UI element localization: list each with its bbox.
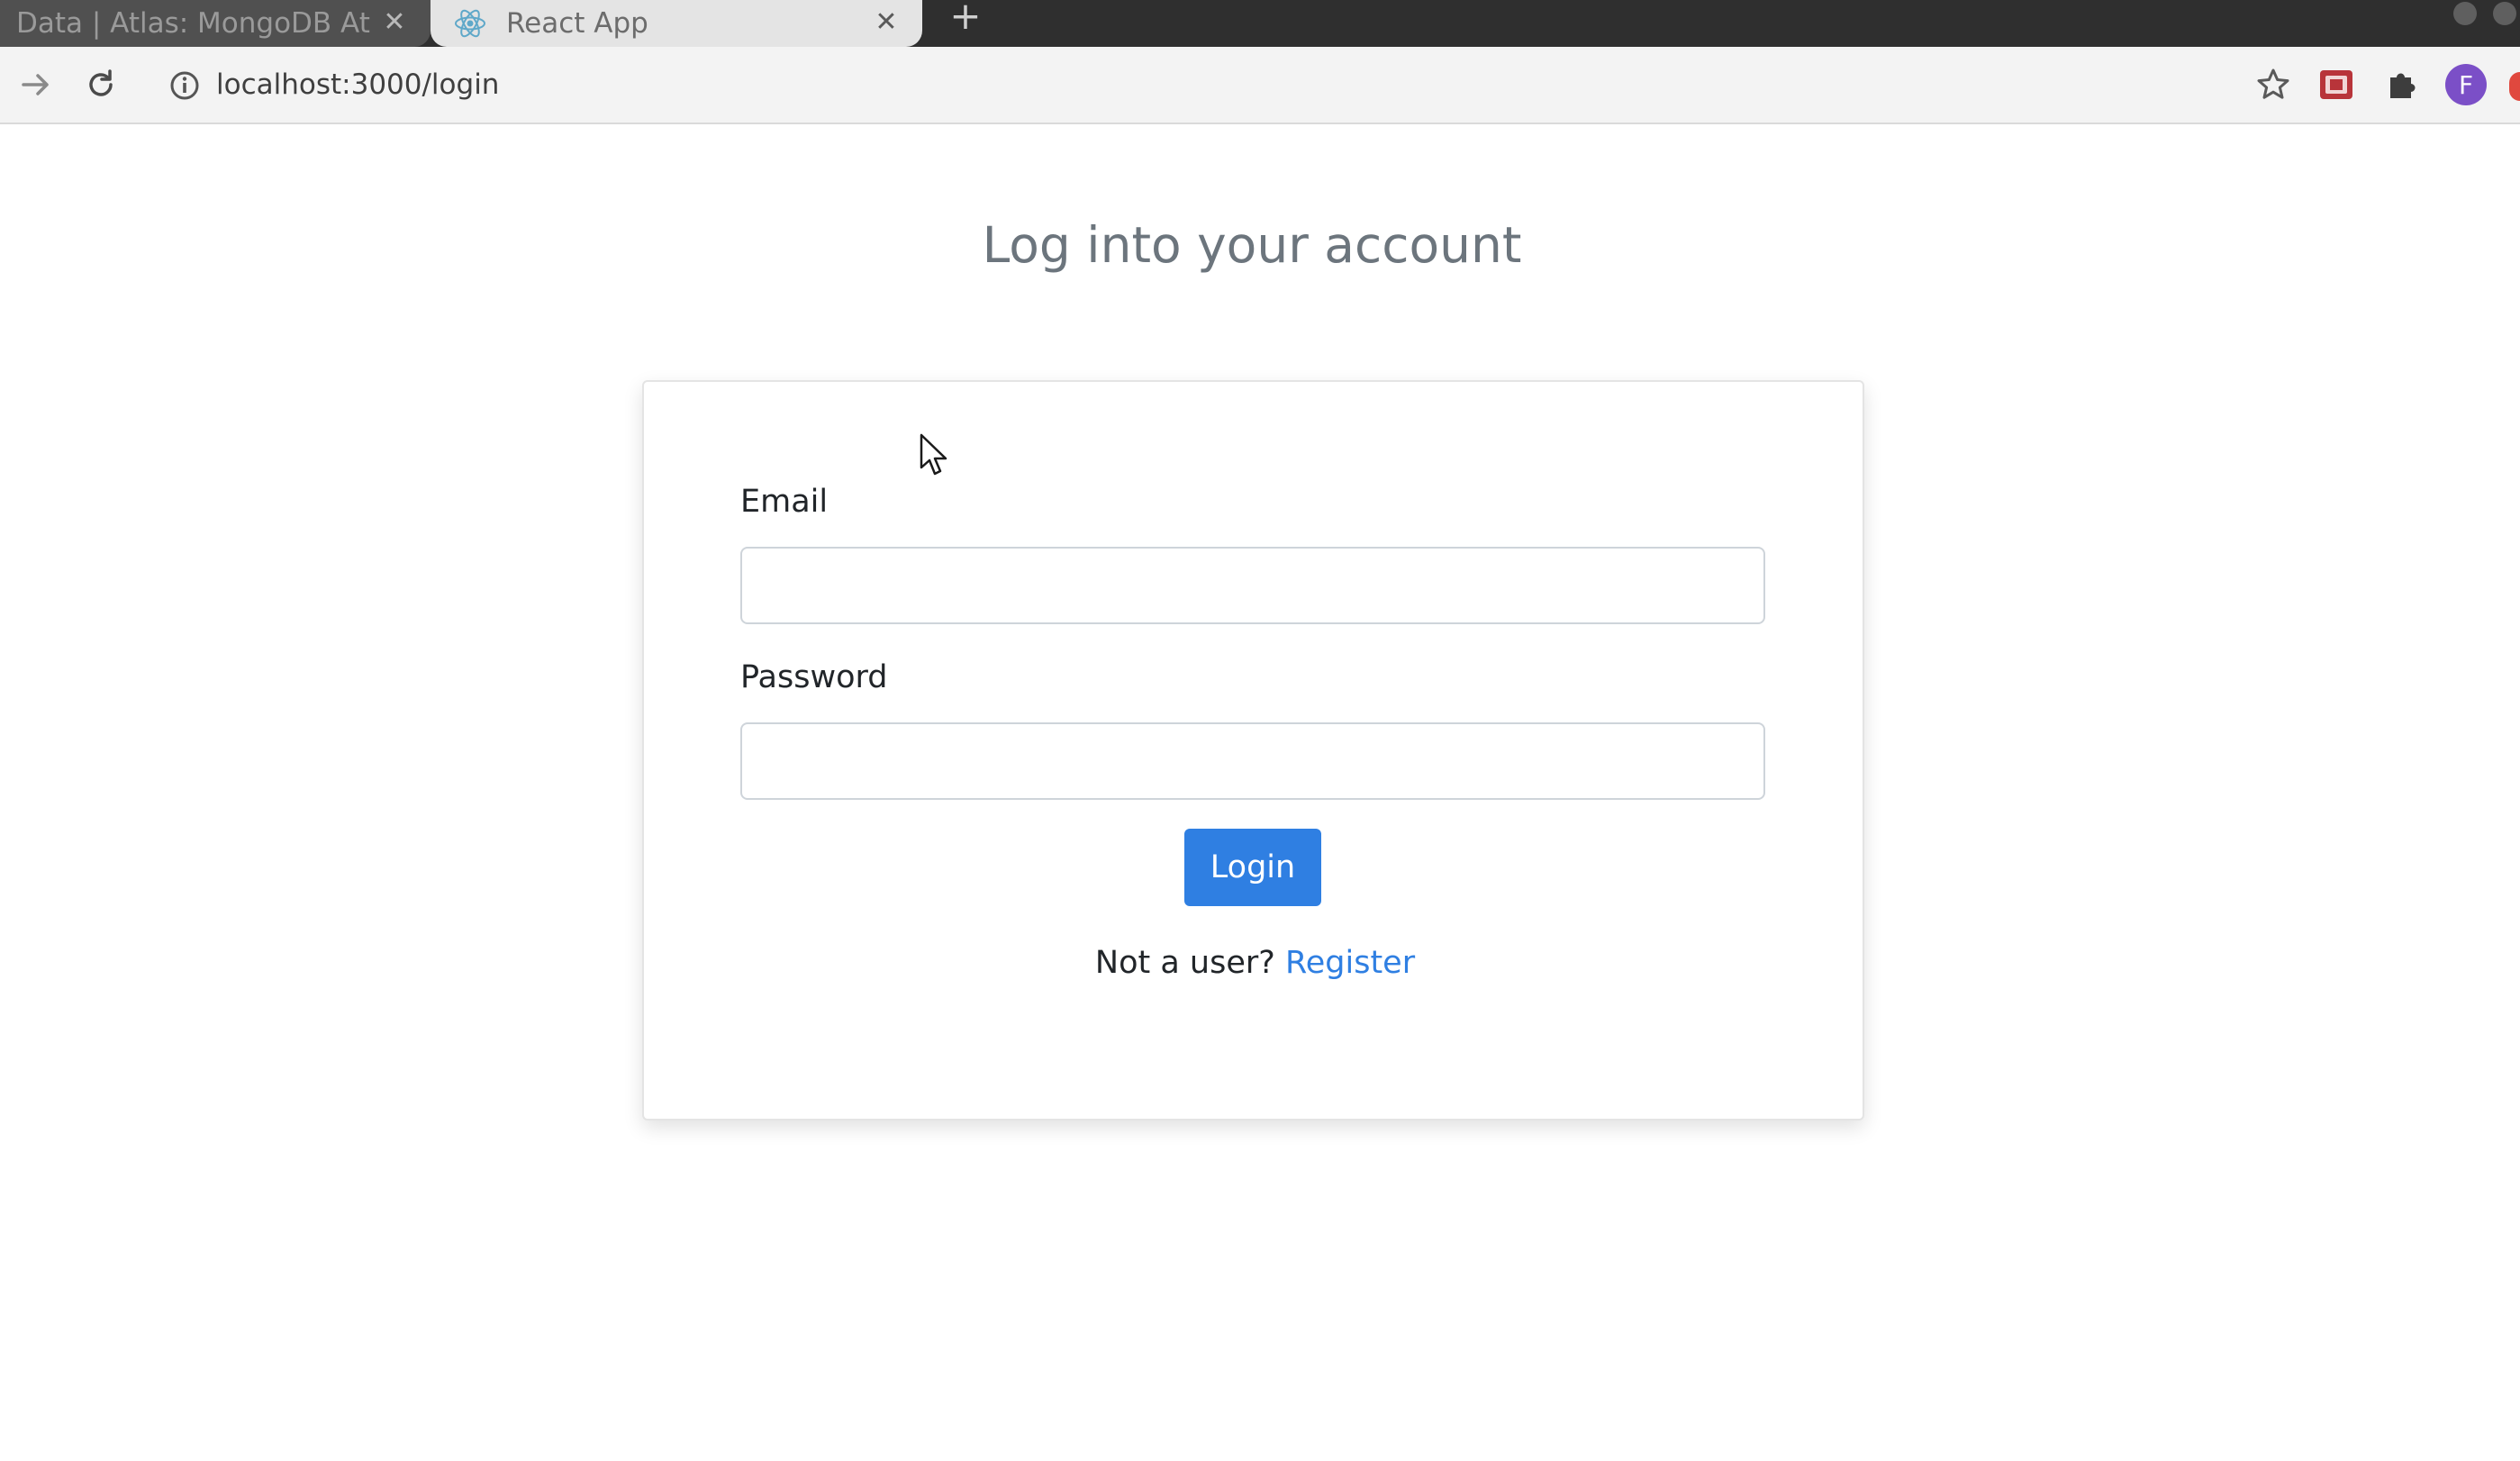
reload-icon	[89, 69, 113, 96]
react-icon	[455, 9, 485, 38]
close-icon[interactable]: ✕	[378, 5, 411, 38]
bookmark-star-icon[interactable]	[2253, 65, 2293, 104]
extension-app-icon	[2320, 70, 2352, 99]
extension-button[interactable]	[2313, 61, 2360, 108]
arrow-right-icon	[22, 74, 49, 95]
new-tab-button[interactable]: +	[946, 0, 985, 36]
maximize-icon[interactable]	[2493, 2, 2516, 25]
info-icon[interactable]	[168, 68, 202, 103]
register-link[interactable]: Register	[1285, 945, 1415, 981]
login-card: Email Password Login Not a user? Registe…	[642, 380, 1864, 1121]
profile-button[interactable]: F	[2443, 61, 2489, 108]
password-field[interactable]	[740, 722, 1765, 800]
browser-toolbar: localhost:3000/login F	[0, 47, 2520, 124]
reload-button[interactable]	[77, 61, 124, 108]
avatar-initial: F	[2458, 69, 2474, 100]
password-label: Password	[740, 659, 888, 695]
email-field[interactable]	[740, 547, 1765, 624]
address-bar[interactable]: localhost:3000/login	[144, 54, 2306, 117]
email-label: Email	[740, 484, 829, 520]
extensions-button[interactable]	[2378, 61, 2425, 108]
minimize-icon[interactable]	[2453, 2, 2477, 25]
mouse-cursor-icon	[920, 433, 947, 476]
close-icon[interactable]: ✕	[870, 5, 902, 38]
url-text[interactable]: localhost:3000/login	[216, 68, 499, 101]
menu-badge-icon[interactable]	[2509, 72, 2520, 101]
register-prompt: Not a user? Register	[644, 945, 1866, 981]
page-content: Log into your account Email Password Log…	[0, 126, 2520, 1461]
register-prompt-text: Not a user?	[1094, 945, 1275, 981]
forward-button[interactable]	[13, 61, 59, 108]
page-title: Log into your account	[982, 216, 1522, 274]
tab-mongodb-atlas[interactable]: Data | Atlas: MongoDB At ✕	[0, 0, 431, 47]
login-button[interactable]: Login	[1184, 829, 1321, 906]
tab-title: React App	[506, 7, 648, 40]
tab-react-app[interactable]: React App ✕	[431, 0, 922, 47]
tab-strip: Data | Atlas: MongoDB At ✕ React App ✕ +	[0, 0, 2520, 47]
tab-title: Data | Atlas: MongoDB At	[16, 7, 370, 40]
puzzle-icon	[2390, 73, 2416, 98]
